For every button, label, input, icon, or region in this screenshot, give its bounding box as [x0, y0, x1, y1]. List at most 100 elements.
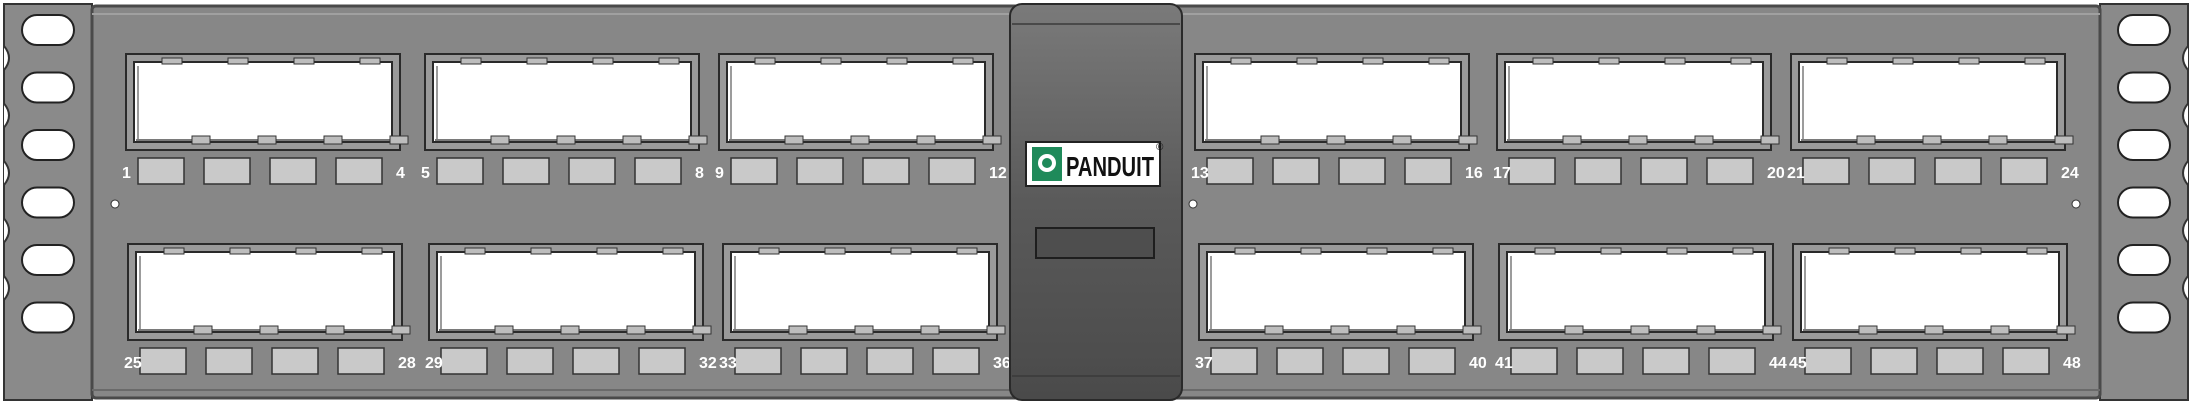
port-number-first: 45 — [1789, 355, 1807, 372]
port-label-tab — [932, 347, 980, 375]
center-label-window — [1035, 227, 1155, 259]
mounting-slot — [2117, 301, 2171, 334]
module-face — [1202, 61, 1462, 143]
module-face — [133, 61, 393, 143]
port-number-first: 13 — [1191, 165, 1209, 182]
port-label-tab — [1404, 157, 1452, 185]
port-label-tab — [2002, 347, 2050, 375]
mounting-slot — [21, 129, 75, 161]
port-label-tab — [1408, 347, 1456, 375]
right-rack-ear — [2099, 3, 2189, 401]
port-label-tab — [1708, 347, 1756, 375]
port-number-first: 29 — [425, 355, 443, 372]
port-number-first: 25 — [124, 355, 142, 372]
module-face — [1798, 61, 2058, 143]
port-number-first: 5 — [421, 165, 430, 182]
port-label-tab — [1934, 157, 1982, 185]
port-number-first: 33 — [719, 355, 737, 372]
port-label-tab — [1210, 347, 1258, 375]
mounting-slot — [2117, 71, 2171, 104]
module-face — [730, 251, 990, 333]
port-label-tab — [1706, 157, 1754, 185]
port-label-tab — [862, 157, 910, 185]
port-label-tab — [440, 347, 488, 375]
mounting-slot — [21, 186, 75, 219]
port-number-last: 44 — [1769, 355, 1787, 372]
port-label-tab — [335, 157, 383, 185]
port-label-tab — [137, 157, 185, 185]
port-label-tab — [502, 157, 550, 185]
port-number-last: 8 — [695, 165, 704, 182]
port-label-tab — [730, 157, 778, 185]
port-label-tab — [1276, 347, 1324, 375]
port-label-tab — [796, 157, 844, 185]
port-label-tab — [1804, 347, 1852, 375]
port-number-last: 28 — [398, 355, 416, 372]
port-number-first: 21 — [1787, 165, 1805, 182]
port-label-tab — [506, 347, 554, 375]
port-number-first: 37 — [1195, 355, 1213, 372]
mounting-slot — [21, 14, 75, 46]
port-label-tab — [203, 157, 251, 185]
panel-screw-hole-left — [110, 199, 120, 209]
port-label-tab — [1338, 157, 1386, 185]
port-label-tab — [1642, 347, 1690, 375]
port-label-tab — [1870, 347, 1918, 375]
port-number-last: 48 — [2063, 355, 2081, 372]
registered-mark: ® — [1156, 142, 1164, 153]
port-label-tab — [1272, 157, 1320, 185]
port-label-tab — [436, 157, 484, 185]
port-label-tab — [1574, 157, 1622, 185]
port-label-tab — [271, 347, 319, 375]
port-number-first: 17 — [1493, 165, 1511, 182]
mounting-slot — [2117, 14, 2171, 46]
port-label-tab — [269, 157, 317, 185]
port-label-tab — [572, 347, 620, 375]
port-label-tab — [1640, 157, 1688, 185]
port-label-tab — [139, 347, 187, 375]
port-number-first: 41 — [1495, 355, 1513, 372]
port-number-last: 40 — [1469, 355, 1487, 372]
port-label-tab — [337, 347, 385, 375]
port-label-tab — [1576, 347, 1624, 375]
brand-logo: PANDUIT ® — [1025, 141, 1164, 187]
port-number-last: 36 — [993, 355, 1011, 372]
port-number-last: 32 — [699, 355, 717, 372]
patch-panel: 1 4 5 8 9 12 13 16 17 20 21 24 25 28 29 32 33 36 37 40 41 44 4… — [3, 3, 2189, 401]
module-face — [436, 251, 696, 333]
port-number-last: 24 — [2061, 165, 2079, 182]
module-face — [1206, 251, 1466, 333]
port-number-last: 12 — [989, 165, 1007, 182]
center-label-bar: PANDUIT ® — [1009, 3, 1183, 401]
module-face — [432, 61, 692, 143]
panel-screw-hole-right — [2071, 199, 2081, 209]
port-label-tab — [1936, 347, 1984, 375]
mounting-slot — [21, 71, 75, 104]
port-number-first: 9 — [715, 165, 724, 182]
port-label-tab — [205, 347, 253, 375]
port-label-tab — [1802, 157, 1850, 185]
port-label-tab — [734, 347, 782, 375]
port-label-tab — [1508, 157, 1556, 185]
port-number-first: 1 — [122, 165, 131, 182]
port-label-tab — [638, 347, 686, 375]
left-rack-ear — [3, 3, 93, 401]
port-number-last: 16 — [1465, 165, 1483, 182]
port-label-tab — [800, 347, 848, 375]
module-face — [135, 251, 395, 333]
port-label-tab — [866, 347, 914, 375]
module-face — [1504, 61, 1764, 143]
port-number-last: 20 — [1767, 165, 1785, 182]
mounting-slot — [2117, 244, 2171, 276]
panel-screw-hole-center — [1188, 199, 1198, 209]
module-face — [726, 61, 986, 143]
mounting-slot — [21, 301, 75, 334]
port-label-tab — [1868, 157, 1916, 185]
port-label-tab — [1510, 347, 1558, 375]
mounting-slot — [21, 244, 75, 276]
port-label-tab — [1342, 347, 1390, 375]
module-face — [1506, 251, 1766, 333]
port-label-tab — [928, 157, 976, 185]
port-label-tab — [1206, 157, 1254, 185]
brand-name: PANDUIT — [1066, 151, 1154, 182]
